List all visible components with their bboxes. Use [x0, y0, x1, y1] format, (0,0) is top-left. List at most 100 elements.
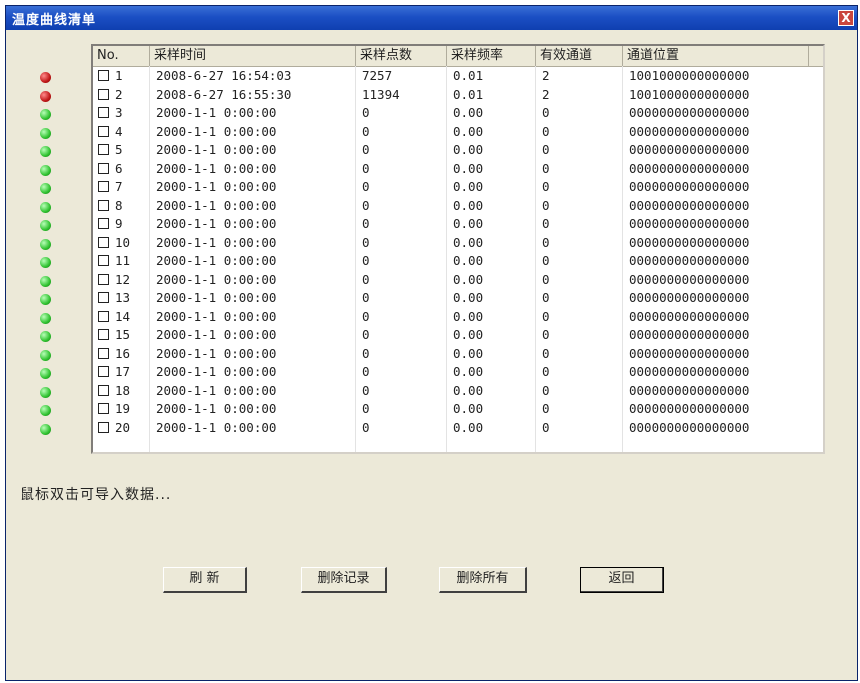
row-freq: 0.00 [453, 401, 484, 416]
col-position-header[interactable]: 通道位置 [623, 46, 809, 66]
row-number: 17 [115, 364, 131, 379]
table-row[interactable]: 17 2000-1-1 0:00:00 0 0.00 0 0000000000000000 [93, 363, 823, 382]
row-number: 4 [115, 123, 123, 139]
table-row[interactable]: 13 2000-1-1 0:00:00 0 0.00 0 0000000000000000 [93, 289, 823, 308]
table-row[interactable]: 7 2000-1-1 0:00:00 0 0.00 0 0000000000000000 [93, 178, 823, 197]
close-icon[interactable]: X [838, 10, 854, 26]
table-row[interactable]: 20 2000-1-1 0:00:00 0 0.00 0 0000000000000000 [93, 419, 823, 438]
row-checkbox[interactable] [98, 162, 109, 174]
table-row[interactable]: 1 2008-6-27 16:54:03 7257 0.01 2 100100000000… [93, 67, 823, 86]
row-number: 9 [115, 216, 123, 231]
row-checkbox[interactable] [98, 125, 109, 137]
row-freq: 0.00 [453, 290, 484, 305]
row-checkbox[interactable] [98, 403, 109, 414]
row-channels: 0 [542, 290, 550, 305]
grid-line [355, 66, 356, 452]
row-time: 2000-1-1 0:00:00 [156, 290, 277, 305]
table-row[interactable]: 9 2000-1-1 0:00:00 0 0.00 0 0000000000000000 [93, 215, 823, 234]
table-row[interactable]: 8 2000-1-1 0:00:00 0 0.00 0 0000000000000000 [93, 197, 823, 216]
status-led-green-icon [40, 331, 51, 342]
delete-record-button[interactable]: 删除记录 [301, 567, 387, 593]
col-freq-header[interactable]: 采样频率 [447, 46, 536, 66]
table-row[interactable]: 6 2000-1-1 0:00:00 0 0.00 0 0000000000000000 [93, 160, 823, 179]
row-freq: 0.00 [453, 327, 484, 342]
record-list[interactable]: No. 采样时间 采样点数 采样频率 有效通道 通道位置 1 2008-6-27 16:54… [91, 44, 825, 454]
row-checkbox[interactable] [98, 218, 109, 229]
row-channels: 0 [542, 105, 550, 120]
row-points: 0 [362, 160, 370, 176]
row-checkbox[interactable] [98, 292, 109, 303]
table-row[interactable]: 11 2000-1-1 0:00:00 0 0.00 0 0000000000000000 [93, 252, 823, 271]
table-row[interactable]: 15 2000-1-1 0:00:00 0 0.00 0 0000000000000000 [93, 326, 823, 345]
table-row[interactable]: 4 2000-1-1 0:00:00 0 0.00 0 0000000000000000 [93, 123, 823, 142]
col-points-header[interactable]: 采样点数 [356, 46, 447, 66]
row-checkbox[interactable] [98, 199, 109, 211]
row-checkbox[interactable] [98, 88, 109, 100]
table-row[interactable]: 14 2000-1-1 0:00:00 0 0.00 0 0000000000000000 [93, 308, 823, 327]
table-row[interactable]: 5 2000-1-1 0:00:00 0 0.00 0 0000000000000000 [93, 141, 823, 160]
table-row[interactable]: 12 2000-1-1 0:00:00 0 0.00 0 0000000000000000 [93, 271, 823, 290]
row-freq: 0.00 [453, 271, 484, 287]
row-number: 12 [115, 271, 131, 287]
row-points: 0 [362, 419, 370, 435]
row-checkbox[interactable] [98, 144, 109, 155]
status-led-green-icon [40, 386, 51, 398]
row-checkbox[interactable] [98, 310, 109, 322]
row-checkbox[interactable] [98, 236, 109, 248]
row-checkbox[interactable] [98, 384, 109, 396]
row-points: 0 [362, 364, 370, 379]
col-channels-header[interactable]: 有效通道 [536, 46, 623, 66]
status-led-green-icon [40, 183, 51, 194]
table-row[interactable]: 18 2000-1-1 0:00:00 0 0.00 0 0000000000000000 [93, 382, 823, 401]
row-checkbox[interactable] [98, 255, 109, 266]
row-checkbox[interactable] [98, 421, 109, 433]
row-time: 2008-6-27 16:54:03 [156, 68, 292, 83]
row-checkbox[interactable] [98, 70, 109, 81]
row-position: 0000000000000000 [629, 105, 750, 120]
row-channels: 2 [542, 68, 550, 83]
row-checkbox[interactable] [98, 107, 109, 118]
col-no-header[interactable]: No. [93, 46, 150, 66]
row-channels: 0 [542, 234, 550, 250]
row-time: 2000-1-1 0:00:00 [156, 401, 277, 416]
col-time-header[interactable]: 采样时间 [150, 46, 356, 66]
row-channels: 2 [542, 86, 550, 102]
row-time: 2000-1-1 0:00:00 [156, 327, 277, 342]
grid-line [622, 66, 623, 452]
row-points: 0 [362, 123, 370, 139]
table-row[interactable]: 2 2008-6-27 16:55:30 11394 0.01 2 10010000000… [93, 86, 823, 105]
row-position: 0000000000000000 [629, 160, 750, 176]
row-position: 0000000000000000 [629, 327, 750, 342]
row-channels: 0 [542, 160, 550, 176]
row-checkbox[interactable] [98, 347, 109, 359]
status-led-green-icon [40, 201, 51, 213]
back-button[interactable]: 返回 [580, 567, 664, 593]
table-row[interactable]: 19 2000-1-1 0:00:00 0 0.00 0 0000000000000000 [93, 400, 823, 419]
row-freq: 0.00 [453, 197, 484, 213]
row-number: 13 [115, 290, 131, 305]
row-time: 2000-1-1 0:00:00 [156, 419, 277, 435]
row-checkbox[interactable] [98, 329, 109, 340]
row-time: 2000-1-1 0:00:00 [156, 142, 277, 157]
row-channels: 0 [542, 179, 550, 194]
row-checkbox[interactable] [98, 273, 109, 285]
row-freq: 0.00 [453, 364, 484, 379]
row-checkbox[interactable] [98, 366, 109, 377]
row-position: 0000000000000000 [629, 364, 750, 379]
row-points: 0 [362, 179, 370, 194]
row-freq: 0.00 [453, 253, 484, 268]
row-position: 0000000000000000 [629, 345, 750, 361]
row-position: 0000000000000000 [629, 290, 750, 305]
table-row[interactable]: 16 2000-1-1 0:00:00 0 0.00 0 0000000000000000 [93, 345, 823, 364]
table-row[interactable]: 3 2000-1-1 0:00:00 0 0.00 0 0000000000000000 [93, 104, 823, 123]
table-row[interactable]: 10 2000-1-1 0:00:00 0 0.00 0 0000000000000000 [93, 234, 823, 253]
refresh-button[interactable]: 刷 新 [163, 567, 247, 593]
status-led-green-icon [40, 312, 51, 324]
row-freq: 0.01 [453, 68, 484, 83]
grid-line [535, 66, 536, 452]
row-position: 0000000000000000 [629, 308, 750, 324]
row-points: 0 [362, 142, 370, 157]
title-bar[interactable]: 温度曲线清单 X [6, 6, 857, 30]
row-checkbox[interactable] [98, 181, 109, 192]
delete-all-button[interactable]: 删除所有 [439, 567, 527, 593]
